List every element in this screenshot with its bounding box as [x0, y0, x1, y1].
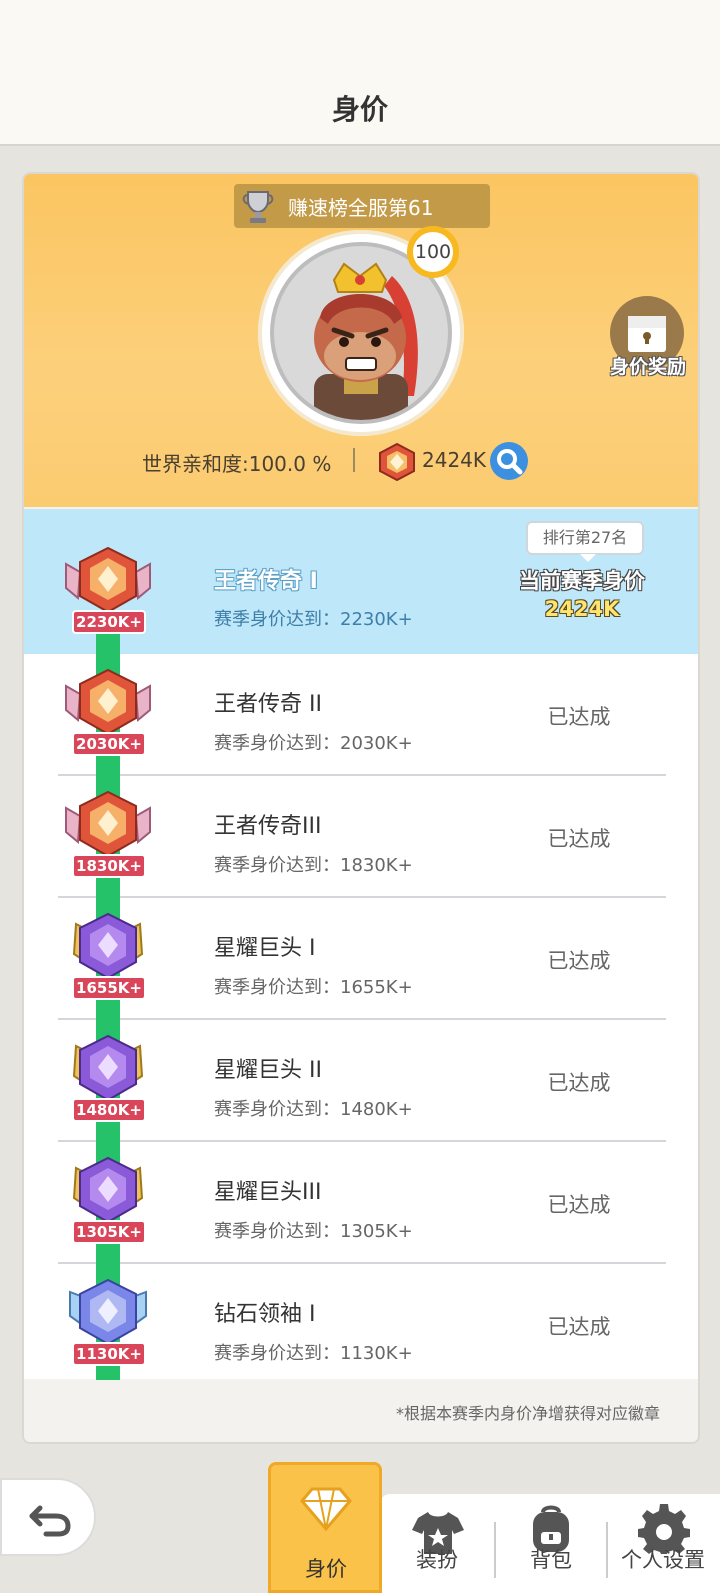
affinity-text: 世界亲和度:100.0 % — [142, 452, 332, 476]
tab-outfit[interactable]: 装扮 — [382, 1494, 494, 1593]
search-button[interactable] — [490, 442, 528, 480]
tier-requirement: 赛季身价达到：2030K+ — [214, 733, 413, 754]
tier-badge: 2030K+ — [62, 666, 154, 764]
tier-status: 已达成 — [547, 1071, 611, 1095]
value-amount: 2424K — [422, 448, 487, 472]
reward-label: 身价奖励 — [609, 356, 686, 378]
tier-title: 王者传奇 II — [214, 692, 322, 717]
level-badge: 100 — [407, 226, 459, 278]
back-arrow-icon — [29, 1505, 71, 1537]
tab-label: 装扮 — [416, 1548, 458, 1572]
tier-title: 王者传奇III — [214, 814, 322, 839]
tier-requirement: 赛季身价达到：1655K+ — [214, 977, 413, 998]
badge-label: 1830K+ — [72, 854, 146, 878]
tier-status: 已达成 — [547, 1315, 611, 1339]
badge-label: 1305K+ — [72, 1220, 146, 1244]
tier-badge: 1305K+ — [62, 1154, 154, 1252]
footnote: *根据本赛季内身价净增获得对应徽章 — [395, 1404, 660, 1423]
rank-pill: 排行第27名 — [526, 521, 644, 562]
tier-requirement: 赛季身价达到：1480K+ — [214, 1099, 413, 1120]
tier-badge: 2230K+ — [62, 544, 154, 642]
trophy-icon — [242, 191, 274, 223]
tab-backpack[interactable]: 背包 — [496, 1494, 606, 1593]
tab-value[interactable]: 身价 — [268, 1462, 382, 1593]
header-bar: 身价 — [0, 0, 720, 146]
rank-tag[interactable]: 赚速榜全服第61 — [234, 184, 490, 228]
tier-title: 星耀巨头 I — [214, 936, 316, 961]
season-value: 2424K — [544, 597, 620, 621]
back-button[interactable] — [0, 1478, 96, 1556]
stats-divider — [353, 448, 355, 472]
tier-status: 已达成 — [547, 949, 611, 973]
tier-status: 已达成 — [547, 1193, 611, 1217]
tier-requirement: 赛季身价达到：1830K+ — [214, 855, 413, 876]
tier-requirement: 赛季身价达到：2230K+ — [214, 609, 413, 630]
value-reward-button[interactable]: 身价奖励 — [602, 296, 692, 386]
rank-tag-label: 赚速榜全服第61 — [288, 196, 434, 220]
tab-label: 个人设置 — [621, 1548, 705, 1572]
value-gem-icon — [379, 442, 415, 482]
main-panel: 赚速榜全服第61 100 身价奖励 世界亲和度:100.0 % 2424K 王者… — [22, 172, 700, 1444]
tab-label: 背包 — [530, 1548, 572, 1572]
tab-label: 身价 — [305, 1557, 347, 1581]
tier-requirement: 赛季身价达到：1305K+ — [214, 1221, 413, 1242]
tier-badge: 1655K+ — [62, 910, 154, 1008]
tier-title: 星耀巨头 II — [214, 1058, 322, 1083]
stats-row: 世界亲和度:100.0 % 2424K — [24, 442, 698, 482]
tier-title: 星耀巨头III — [214, 1180, 322, 1205]
tier-title: 王者传奇 I — [214, 569, 318, 594]
profile-section: 赚速榜全服第61 100 身价奖励 世界亲和度:100.0 % 2424K — [24, 174, 698, 507]
tier-badge: 1130K+ — [62, 1276, 154, 1374]
tier-requirement: 赛季身价达到：1130K+ — [214, 1343, 413, 1364]
badge-label: 1655K+ — [72, 976, 146, 1000]
tier-status: 已达成 — [547, 705, 611, 729]
tier-status: 已达成 — [547, 827, 611, 851]
tier-badge: 1480K+ — [62, 1032, 154, 1130]
search-icon — [497, 449, 523, 475]
badge-label: 2230K+ — [72, 610, 146, 634]
page-title: 身价 — [331, 93, 388, 126]
diamond-icon — [300, 1487, 352, 1532]
season-label: 当前赛季身价 — [519, 569, 645, 593]
badge-label: 1480K+ — [72, 1098, 146, 1122]
badge-label: 1130K+ — [72, 1342, 146, 1366]
badge-label: 2030K+ — [72, 732, 146, 756]
tab-settings[interactable]: 个人设置 — [608, 1494, 720, 1593]
tier-badge: 1830K+ — [62, 788, 154, 886]
tier-title: 钻石领袖 I — [214, 1302, 316, 1327]
